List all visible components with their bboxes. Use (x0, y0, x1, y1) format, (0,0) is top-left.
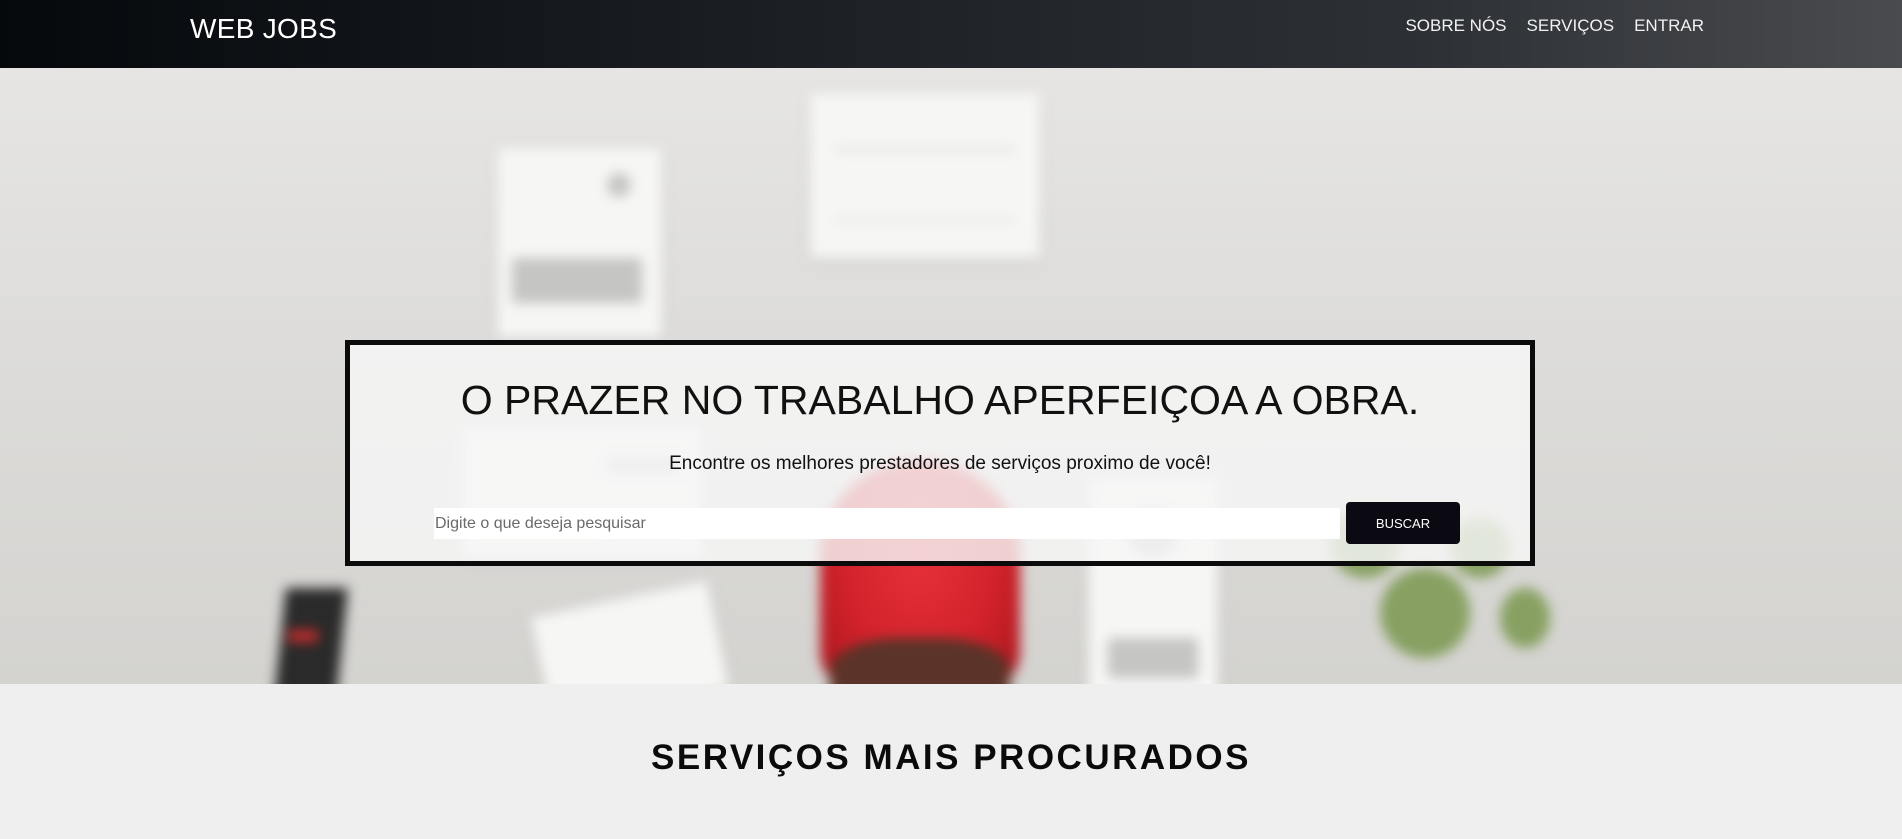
most-searched-services-section: SERVIÇOS MAIS PROCURADOS (0, 684, 1902, 839)
plant-leaves (1380, 568, 1470, 658)
wall-poster-graph (810, 93, 1040, 258)
hero-section: O PRAZER NO TRABALHO APERFEIÇOA A OBRA. … (0, 68, 1902, 684)
wall-poster-chart (497, 148, 662, 338)
desk-paper (530, 580, 730, 684)
brand-logo[interactable]: WEB JOBS (190, 13, 337, 45)
hero-subtitle: Encontre os melhores prestadores de serv… (669, 453, 1211, 474)
main-nav: SOBRE NÓS SERVIÇOS ENTRAR (1405, 16, 1704, 36)
desk-binder-label (288, 630, 318, 642)
search-button[interactable]: BUSCAR (1346, 502, 1460, 544)
search-input[interactable] (434, 508, 1340, 539)
hero-title: O PRAZER NO TRABALHO APERFEIÇOA A OBRA. (460, 377, 1420, 423)
nav-link-entrar[interactable]: ENTRAR (1634, 16, 1704, 36)
nav-link-sobre-nos[interactable]: SOBRE NÓS (1405, 16, 1506, 36)
nav-link-servicos[interactable]: SERVIÇOS (1527, 16, 1615, 36)
person-hair (830, 638, 1010, 684)
hero-search-card: O PRAZER NO TRABALHO APERFEIÇOA A OBRA. … (345, 340, 1535, 566)
top-navbar: WEB JOBS SOBRE NÓS SERVIÇOS ENTRAR (0, 0, 1902, 68)
section-title: SERVIÇOS MAIS PROCURADOS (651, 738, 1251, 777)
plant-leaves (1500, 588, 1550, 648)
